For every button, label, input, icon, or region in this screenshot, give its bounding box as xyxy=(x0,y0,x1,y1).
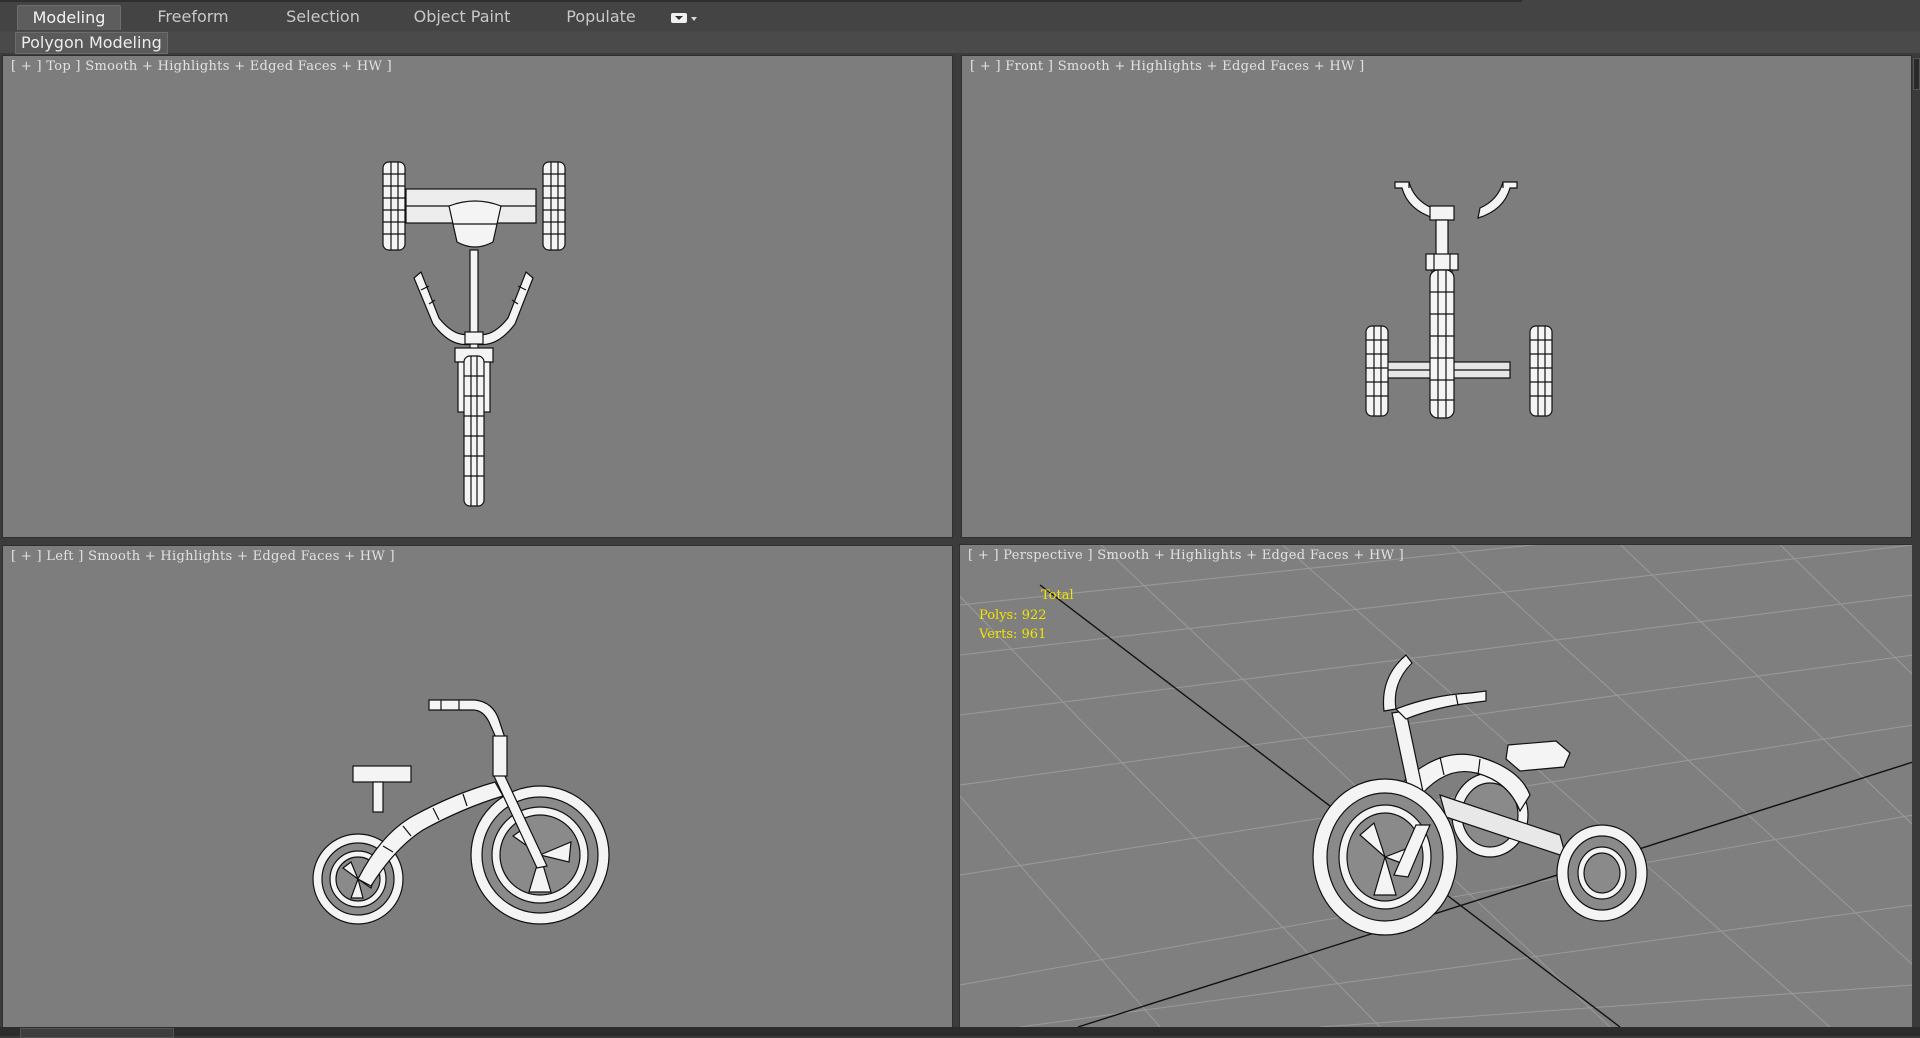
stats-polys: Polys: 922 xyxy=(979,607,1047,623)
viewport-top[interactable]: [ + ] Top ] Smooth + Highlights + Edged … xyxy=(2,55,953,538)
viewport-shading-menu[interactable]: Smooth + Highlights + Edged Faces + HW xyxy=(1097,548,1394,563)
tricycle-model-front[interactable] xyxy=(962,56,1911,537)
stats-header: Total xyxy=(1041,588,1074,603)
ribbon-subtab-bar: Polygon Modeling xyxy=(0,31,1920,54)
viewport-front[interactable]: [ + ] Front ] Smooth + Highlights + Edge… xyxy=(961,55,1912,538)
panel-resize-handle[interactable] xyxy=(1913,58,1920,90)
statistics-overlay: Total Polys: 922 Verts: 961 xyxy=(979,586,1074,645)
perspective-grid xyxy=(960,545,1913,1027)
tab-freeform[interactable]: Freeform xyxy=(140,5,246,29)
right-panel-edge xyxy=(1912,55,1920,1036)
ribbon-top-border xyxy=(0,0,1522,2)
tricycle-model-top[interactable] xyxy=(3,56,952,537)
tab-modeling[interactable]: Modeling xyxy=(17,5,121,30)
viewport-plus-menu[interactable]: + xyxy=(978,548,989,563)
tab-object-paint[interactable]: Object Paint xyxy=(400,5,524,29)
viewport-left[interactable]: [ + ] Left ] Smooth + Highlights + Edged… xyxy=(2,545,953,1028)
options-dropdown-icon[interactable] xyxy=(670,11,698,25)
viewport-view-name[interactable]: Perspective xyxy=(1003,548,1083,563)
viewport-perspective[interactable]: [ + ] Perspective ] Smooth + Highlights … xyxy=(959,544,1914,1028)
ribbon-tab-bar: Modeling Freeform Selection Object Paint… xyxy=(0,0,1920,32)
tab-selection[interactable]: Selection xyxy=(268,5,378,29)
time-slider[interactable] xyxy=(20,1028,174,1038)
stats-verts: Verts: 961 xyxy=(979,627,1047,642)
tab-populate[interactable]: Populate xyxy=(550,5,652,29)
bottom-status-strip xyxy=(0,1027,1920,1036)
subtab-polygon-modeling[interactable]: Polygon Modeling xyxy=(15,32,168,54)
viewport-label-perspective: [ + ] Perspective ] Smooth + Highlights … xyxy=(968,548,1405,563)
tricycle-model-left[interactable] xyxy=(3,546,952,1027)
